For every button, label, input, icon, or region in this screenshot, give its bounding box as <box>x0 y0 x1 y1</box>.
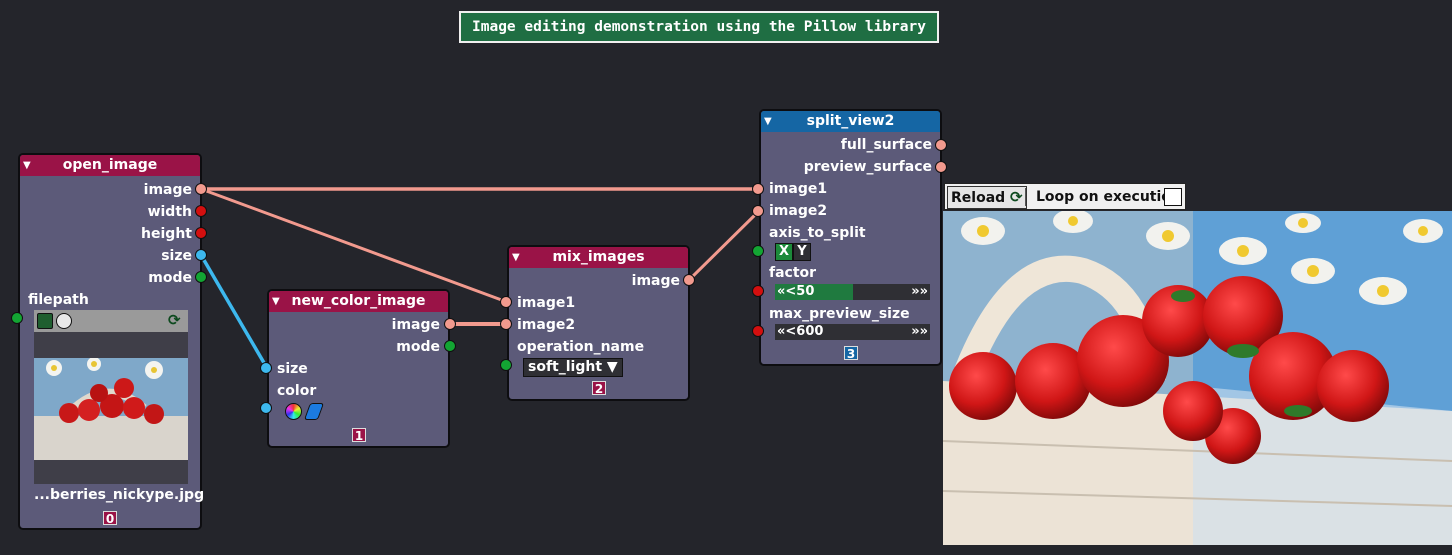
loop-checkbox[interactable] <box>1164 188 1182 206</box>
socket-input-operation-name[interactable] <box>500 359 512 371</box>
input-label-image1: image1 <box>517 295 576 311</box>
socket-input-filepath[interactable] <box>11 312 23 324</box>
filename-label: ...berries_nickype.jpg <box>34 484 204 506</box>
input-label-size: size <box>277 361 308 377</box>
axis-option-x[interactable]: X <box>775 243 793 261</box>
socket-input-image2[interactable] <box>752 205 764 217</box>
factor-increment-arrows[interactable]: »» <box>911 284 928 300</box>
axis-option-y[interactable]: Y <box>793 243 811 261</box>
text-block-title[interactable]: Image editing demonstration using the Pi… <box>459 11 939 43</box>
loop-label: Loop on execution <box>1036 189 1181 205</box>
socket-output-image[interactable] <box>444 318 456 330</box>
node-header[interactable]: ▼ split_view2 <box>761 111 940 132</box>
socket-output-image[interactable] <box>683 274 695 286</box>
output-label-width: width <box>147 204 192 220</box>
output-label-image: image <box>391 317 440 333</box>
socket-output-preview-surface[interactable] <box>935 161 947 173</box>
socket-output-mode[interactable] <box>444 340 456 352</box>
wire-mix-to-split-image2 <box>687 209 761 282</box>
output-label-image: image <box>631 273 680 289</box>
node-split-view2[interactable]: ▼ split_view2 full_surface preview_surfa… <box>759 109 942 366</box>
output-label-full-surface: full_surface <box>840 137 932 153</box>
socket-input-max-preview-size[interactable] <box>752 325 764 337</box>
image-view-icon[interactable] <box>56 313 72 329</box>
node-index-badge: 0 <box>103 511 117 526</box>
wire-open-image-to-mix-image1 <box>200 187 508 304</box>
input-label-max-preview-size: max_preview_size <box>769 306 910 322</box>
wire-size-to-size <box>199 254 269 369</box>
socket-output-image[interactable] <box>195 183 207 195</box>
color-picker-icon[interactable] <box>303 403 325 420</box>
socket-input-color[interactable] <box>260 402 272 414</box>
preview-image <box>943 211 1452 545</box>
output-label-height: height <box>141 226 192 242</box>
factor-slider[interactable]: «<50 »» <box>775 284 930 300</box>
reload-label: Reload <box>951 190 1006 206</box>
node-title: split_view2 <box>806 113 895 129</box>
socket-output-width[interactable] <box>195 205 207 217</box>
node-header[interactable]: ▼ open_image <box>20 155 200 176</box>
node-index-badge: 3 <box>844 346 858 361</box>
input-label-axis-to-split: axis_to_split <box>769 225 866 241</box>
max-preview-size-value: «<600 <box>777 324 824 339</box>
node-title: mix_images <box>552 249 645 265</box>
output-label-mode: mode <box>396 339 440 355</box>
output-label-size: size <box>161 248 192 264</box>
output-label-preview-surface: preview_surface <box>803 159 932 175</box>
input-label-filepath: filepath <box>28 292 89 308</box>
socket-output-mode[interactable] <box>195 271 207 283</box>
toolbar-separator <box>1025 188 1026 206</box>
node-open-image[interactable]: ▼ open_image image width height size mod… <box>18 153 204 530</box>
socket-input-image1[interactable] <box>752 183 764 195</box>
node-title: open_image <box>62 157 158 173</box>
max-preview-size-slider[interactable]: «<600 »» <box>775 324 930 340</box>
folder-open-icon[interactable] <box>37 313 53 329</box>
input-label-operation-name: operation_name <box>517 339 645 355</box>
file-widget-toolbar: ⟳ <box>34 310 188 332</box>
socket-output-size[interactable] <box>195 249 207 261</box>
reload-icon[interactable]: ⟳ <box>168 312 181 328</box>
socket-input-image1[interactable] <box>500 296 512 308</box>
socket-input-factor[interactable] <box>752 285 764 297</box>
reload-button[interactable]: Reload ⟳ <box>947 186 1027 209</box>
socket-output-full-surface[interactable] <box>935 139 947 151</box>
node-index-badge: 1 <box>352 428 366 443</box>
collapse-triangle-icon[interactable]: ▼ <box>512 247 520 268</box>
operation-dropdown[interactable]: soft_light ▼ <box>523 358 623 377</box>
output-label-mode: mode <box>148 270 192 286</box>
socket-input-axis-to-split[interactable] <box>752 245 764 257</box>
input-label-image2: image2 <box>517 317 576 333</box>
reload-icon: ⟳ <box>1010 188 1023 206</box>
output-label-image: image <box>143 182 192 198</box>
node-index-badge: 2 <box>592 381 606 396</box>
file-thumbnail <box>34 358 188 460</box>
input-label-image1: image1 <box>769 181 828 197</box>
socket-input-size[interactable] <box>260 362 272 374</box>
factor-value: «<50 <box>777 284 815 299</box>
collapse-triangle-icon[interactable]: ▼ <box>764 111 772 132</box>
node-header[interactable]: ▼ mix_images <box>509 247 688 268</box>
file-preview-widget[interactable]: ⟳ ...berries_nickype.jpg <box>34 310 204 506</box>
node-title: new_color_image <box>291 293 426 309</box>
collapse-triangle-icon[interactable]: ▼ <box>23 155 31 176</box>
socket-output-height[interactable] <box>195 227 207 239</box>
collapse-triangle-icon[interactable]: ▼ <box>272 291 280 312</box>
input-label-image2: image2 <box>769 203 828 219</box>
color-wheel-icon[interactable] <box>285 403 302 420</box>
input-label-color: color <box>277 383 317 399</box>
preview-toolbar: Reload ⟳ Loop on execution <box>944 183 1186 210</box>
node-mix-images[interactable]: ▼ mix_images image image1 image2 operati… <box>507 245 690 401</box>
socket-input-image2[interactable] <box>500 318 512 330</box>
input-label-factor: factor <box>769 265 817 281</box>
node-header[interactable]: ▼ new_color_image <box>269 291 448 312</box>
max-preview-increment-arrows[interactable]: »» <box>911 324 928 340</box>
node-new-color-image[interactable]: ▼ new_color_image image mode size color … <box>267 289 450 448</box>
